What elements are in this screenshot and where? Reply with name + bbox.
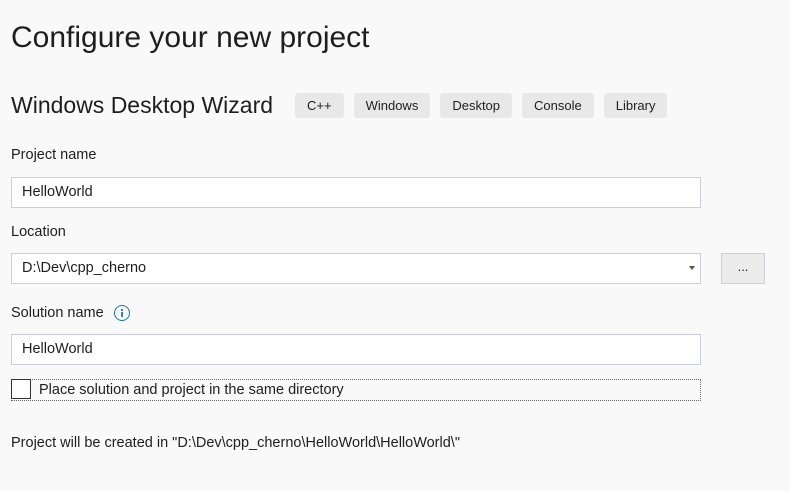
project-path-preview: Project will be created in "D:\Dev\cpp_c… [11,435,460,451]
solution-name-label: Solution name [11,305,104,321]
tag-console: Console [522,93,594,118]
page-title: Configure your new project [11,21,370,54]
tag-library: Library [603,93,668,118]
project-name-field[interactable]: HelloWorld [11,177,701,208]
tag-desktop: Desktop [440,93,513,118]
tag-windows: Windows [353,93,431,118]
template-tags: C++ Windows Desktop Console Library [295,93,677,118]
same-directory-checkbox[interactable] [11,379,31,399]
info-icon[interactable] [114,305,130,321]
project-name-value: HelloWorld [22,184,93,200]
location-value: D:\Dev\cpp_cherno [22,260,147,276]
tag-cpp: C++ [295,93,344,118]
solution-name-value: HelloWorld [22,341,93,357]
location-label: Location [11,224,66,240]
configure-project-dialog: Configure your new project Windows Deskt… [0,0,790,491]
same-directory-label[interactable]: Place solution and project in the same d… [39,382,344,398]
chevron-down-icon[interactable] [689,266,695,270]
location-combobox[interactable]: D:\Dev\cpp_cherno [11,253,701,284]
template-name: Windows Desktop Wizard [11,92,274,118]
same-directory-option[interactable]: Place solution and project in the same d… [11,379,701,401]
solution-name-field[interactable]: HelloWorld [11,334,701,365]
project-name-label: Project name [11,147,97,163]
browse-location-button[interactable]: ... [721,253,765,284]
